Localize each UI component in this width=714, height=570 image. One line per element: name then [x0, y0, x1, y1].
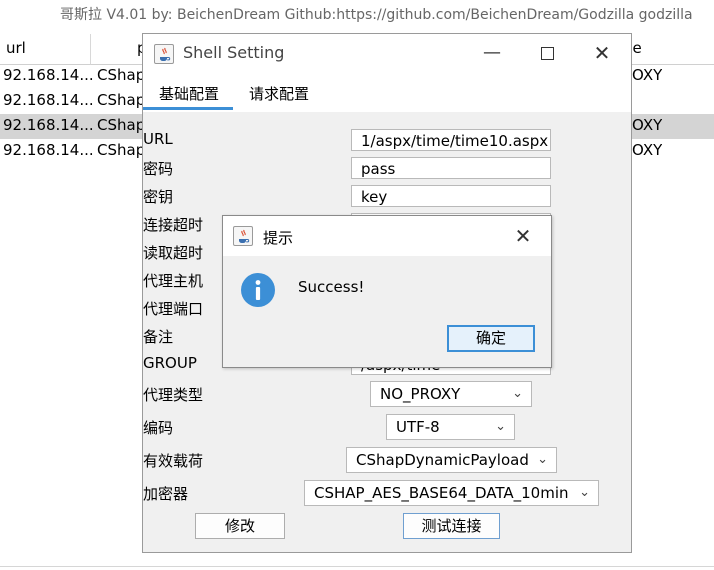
table-bottom-divider [0, 566, 714, 567]
ok-button[interactable]: 确定 [447, 325, 535, 352]
column-header-url-label: url [6, 39, 26, 57]
label-group: GROUP [143, 354, 197, 372]
alert-message: Success! [298, 278, 365, 296]
table-cell-payload: CShap [97, 116, 146, 134]
cryption-select[interactable]: CSHAP_AES_BASE64_DATA_10min ⌄ [304, 480, 599, 506]
proxy-type-select[interactable]: NO_PROXY ⌄ [370, 381, 532, 407]
tab-basic-config[interactable]: 基础配置 [143, 80, 233, 110]
cryption-value: CSHAP_AES_BASE64_DATA_10min [314, 484, 569, 502]
tab-basic-config-label: 基础配置 [159, 85, 220, 103]
main-window-title-text: 哥斯拉 V4.01 by: BeichenDream Github:https:… [60, 7, 693, 23]
label-proxy-port: 代理端口 [143, 300, 204, 318]
proxy-type-value: NO_PROXY [380, 385, 461, 403]
password-field[interactable]: pass [351, 157, 551, 179]
label-remark: 备注 [143, 328, 174, 346]
minimize-icon[interactable]: — [477, 40, 507, 66]
label-key: 密钥 [143, 188, 174, 206]
url-field[interactable]: 1/aspx/time/time10.aspx [351, 129, 551, 151]
test-connection-button[interactable]: 测试连接 [403, 513, 500, 539]
table-cell-payload: CShap [97, 141, 146, 159]
info-icon [241, 273, 275, 307]
alert-dialog: 提示 ✕ Success! 确定 [222, 215, 552, 368]
table-cell-payload: CShap [97, 91, 146, 109]
key-field[interactable]: key [351, 185, 551, 207]
shell-dialog-tabs: 基础配置 请求配置 [143, 72, 631, 112]
label-read-timeout: 读取超时 [143, 244, 204, 262]
tab-request-config[interactable]: 请求配置 [233, 80, 323, 110]
table-cell-type: OXY [632, 66, 663, 84]
table-cell-type: OXY [632, 116, 663, 134]
encoding-select[interactable]: UTF-8 ⌄ [386, 414, 515, 440]
label-password: 密码 [143, 160, 174, 178]
payload-value: CShapDynamicPayload [356, 451, 529, 469]
table-cell-type: OXY [632, 141, 663, 159]
chevron-down-icon: ⌄ [495, 419, 506, 434]
main-window-title: 哥斯拉 V4.01 by: BeichenDream Github:https:… [0, 0, 714, 26]
modify-button[interactable]: 修改 [195, 513, 285, 539]
label-proxy-type: 代理类型 [143, 386, 204, 404]
alert-dialog-titlebar[interactable]: 提示 ✕ [223, 216, 551, 256]
chevron-down-icon: ⌄ [512, 386, 523, 401]
close-icon[interactable]: ✕ [508, 223, 538, 249]
table-cell-url: 92.168.14... [3, 91, 94, 109]
label-proxy-host: 代理主机 [143, 272, 204, 290]
java-icon [154, 44, 174, 64]
label-cryption: 加密器 [143, 485, 189, 503]
table-cell-payload: CShap [97, 66, 146, 84]
chevron-down-icon: ⌄ [537, 452, 548, 467]
table-cell-url: 92.168.14... [3, 116, 94, 134]
label-url: URL [143, 130, 173, 148]
tab-request-config-label: 请求配置 [249, 85, 310, 103]
payload-select[interactable]: CShapDynamicPayload ⌄ [346, 447, 557, 473]
maximize-icon[interactable] [532, 40, 562, 66]
label-payload: 有效载荷 [143, 452, 204, 470]
java-icon [233, 226, 253, 246]
table-cell-url: 92.168.14... [3, 66, 94, 84]
label-connect-timeout: 连接超时 [143, 216, 204, 234]
close-icon[interactable]: ✕ [587, 40, 617, 66]
chevron-down-icon: ⌄ [579, 485, 590, 500]
shell-dialog-title: Shell Setting [183, 43, 285, 62]
column-header-url[interactable]: url [0, 34, 91, 65]
alert-dialog-title: 提示 [263, 229, 294, 247]
label-encoding: 编码 [143, 419, 174, 437]
encoding-value: UTF-8 [396, 418, 440, 436]
shell-dialog-titlebar[interactable]: Shell Setting — ✕ [143, 34, 631, 72]
table-cell-url: 92.168.14... [3, 141, 94, 159]
